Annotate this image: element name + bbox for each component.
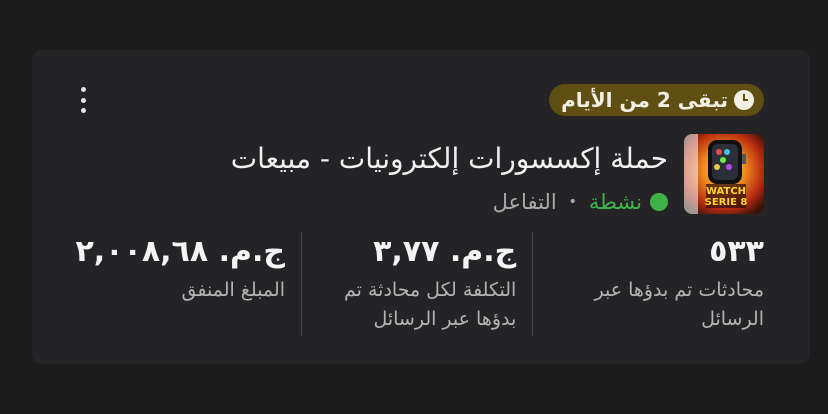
thumbnail-text-line-2: SERIE 8 bbox=[705, 197, 748, 208]
campaign-metrics: ٥٣٣ محادثات تم بدؤها عبر الرسائل ج.م. ٣,… bbox=[64, 232, 764, 336]
days-left-text: تبقى 2 من الأيام bbox=[561, 88, 728, 112]
metric-value: ج.م. ٢,٠٠٨,٦٨ bbox=[75, 234, 285, 269]
thumbnail-text-line-1: WATCH bbox=[706, 186, 746, 197]
metric-conversations: ٥٣٣ محادثات تم بدؤها عبر الرسائل bbox=[533, 232, 764, 336]
metric-label: محادثات تم بدؤها عبر الرسائل bbox=[594, 279, 764, 330]
metric-cost-per-conversation: ج.م. ٣,٧٧ التكلفة لكل محادثة تم بدؤها عب… bbox=[302, 232, 534, 336]
campaign-card[interactable]: تبقى 2 من الأيام WATCH SERIE 8 حملة إكسس… bbox=[32, 50, 810, 364]
metric-label: المبلغ المنفق bbox=[181, 279, 285, 301]
campaign-title[interactable]: حملة إكسسورات إلكترونيات - مبيعات bbox=[68, 142, 668, 175]
metric-value: ٥٣٣ bbox=[709, 234, 764, 269]
campaign-status-row: نشطة • التفاعل bbox=[493, 190, 668, 214]
campaign-status: نشطة bbox=[588, 190, 642, 214]
metric-value: ج.م. ٣,٧٧ bbox=[373, 234, 517, 269]
clock-icon bbox=[734, 90, 754, 110]
more-options-button[interactable] bbox=[76, 87, 90, 113]
active-status-dot bbox=[650, 193, 668, 211]
metric-amount-spent: ج.م. ٢,٠٠٨,٦٨ المبلغ المنفق bbox=[64, 232, 302, 336]
campaign-thumbnail[interactable]: WATCH SERIE 8 bbox=[684, 134, 764, 214]
thumbnail-image: WATCH SERIE 8 bbox=[684, 134, 764, 214]
more-vertical-icon bbox=[80, 87, 86, 92]
metric-label: التكلفة لكل محادثة تم بدؤها عبر الرسائل bbox=[344, 279, 517, 330]
separator-dot: • bbox=[568, 194, 577, 210]
campaign-objective: التفاعل bbox=[492, 190, 557, 214]
days-left-badge: تبقى 2 من الأيام bbox=[549, 84, 764, 116]
